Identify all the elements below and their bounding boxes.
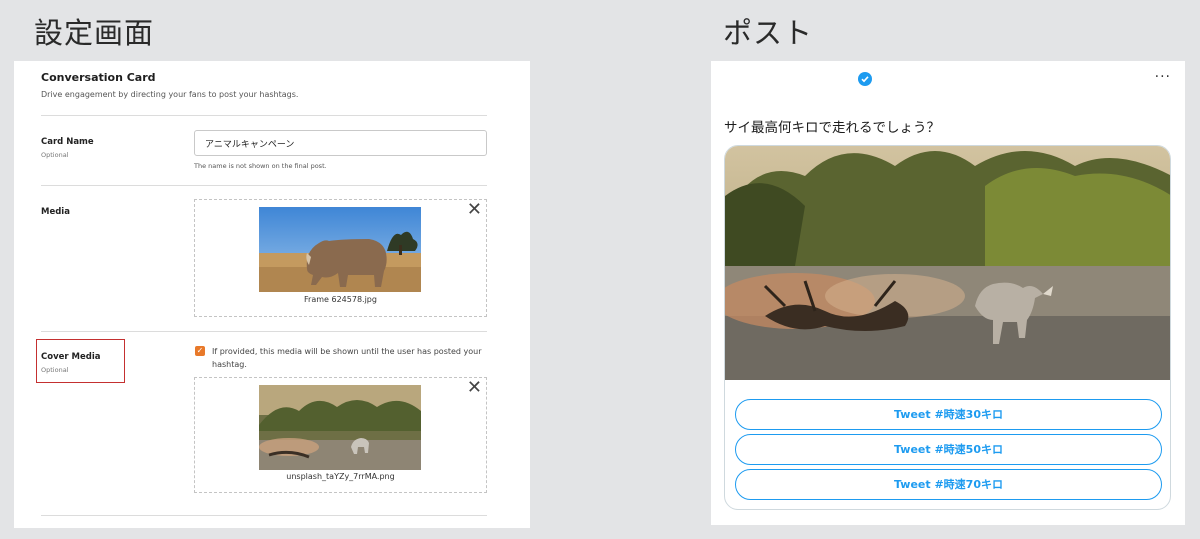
post-question: サイ最高何キロで走れるでしょう？ <box>724 120 940 136</box>
divider <box>41 115 487 116</box>
cover-media-description: If provided, this media will be shown un… <box>212 347 482 369</box>
media-label: Media <box>41 207 70 217</box>
cover-media-dropzone[interactable]: ✕ unsplash_taYZy_7rrMA.png <box>194 377 487 493</box>
divider <box>41 515 487 516</box>
card-title: Conversation Card <box>41 71 156 84</box>
card-name-input[interactable]: アニマルキャンペーン <box>194 130 487 156</box>
cover-media-checkbox[interactable]: ✓ <box>195 346 205 356</box>
close-icon[interactable]: ✕ <box>467 379 482 397</box>
settings-panel: Conversation Card Drive engagement by di… <box>14 61 530 528</box>
divider <box>41 331 487 332</box>
more-options-icon[interactable]: ··· <box>1155 69 1171 85</box>
tweet-hashtag-button-2[interactable]: Tweet #時速50キロ <box>735 434 1162 465</box>
cover-media-thumbnail <box>259 385 421 470</box>
post-panel: ··· サイ最高何キロで走れるでしょう？ Tweet #時速30キロ Tweet… <box>711 61 1185 525</box>
tweet-hashtag-button-1[interactable]: Tweet #時速30キロ <box>735 399 1162 430</box>
verified-badge-icon <box>858 72 872 86</box>
tweet-hashtag-button-3[interactable]: Tweet #時速70キロ <box>735 469 1162 500</box>
card-description: Drive engagement by directing your fans … <box>41 90 299 99</box>
post-heading: ポスト <box>723 16 814 50</box>
cover-media-label: Cover Media <box>41 352 101 362</box>
media-dropzone[interactable]: ✕ Frame 624578.jpg <box>194 199 487 317</box>
conversation-card: Tweet #時速30キロ Tweet #時速50キロ Tweet #時速70キ… <box>724 145 1171 510</box>
cover-media-optional: Optional <box>41 366 69 374</box>
settings-screen-heading: 設定画面 <box>34 16 155 50</box>
close-icon[interactable]: ✕ <box>467 201 482 219</box>
card-name-optional: Optional <box>41 151 69 159</box>
cover-media-filename: unsplash_taYZy_7rrMA.png <box>286 472 395 481</box>
card-name-label: Card Name <box>41 137 94 147</box>
media-filename: Frame 624578.jpg <box>304 295 377 304</box>
card-name-help: The name is not shown on the final post. <box>194 162 327 170</box>
cover-image <box>725 146 1170 380</box>
divider <box>41 185 487 186</box>
media-thumbnail <box>259 207 421 292</box>
